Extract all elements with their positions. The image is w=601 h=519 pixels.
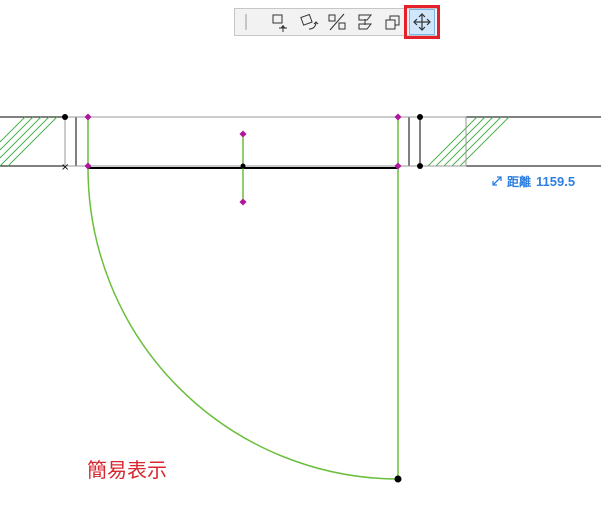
edit-node: [394, 113, 402, 121]
resize-arrow-icon: [492, 176, 502, 186]
hotspot-node: [394, 475, 402, 483]
offset-button[interactable]: [409, 9, 435, 35]
hotspot-node: [417, 163, 423, 169]
drag-icon: [272, 14, 287, 32]
drag-button[interactable]: [269, 9, 293, 35]
cross-marker: ×: [61, 162, 69, 173]
multiply-icon: [385, 15, 400, 30]
door-swing[interactable]: [87, 117, 399, 480]
right-wall-hatch: [427, 116, 510, 167]
readout-value: 1159.5: [536, 173, 576, 189]
elevate-icon: [358, 14, 373, 30]
edit-node: [84, 113, 92, 121]
mirror-icon: [328, 13, 346, 31]
distance-readout: 距離 1159.5: [492, 173, 576, 189]
hotspot-node: [240, 163, 246, 169]
elevate-button[interactable]: [353, 9, 377, 35]
hotspot-node: [417, 114, 423, 120]
pet-palette-toolbar: [234, 8, 440, 36]
rotate-button[interactable]: [297, 9, 321, 35]
edit-node: [239, 198, 247, 206]
move-cross-icon: [413, 13, 431, 31]
edit-node: [239, 130, 247, 138]
multiply-button[interactable]: [381, 9, 405, 35]
mirror-button[interactable]: [325, 9, 349, 35]
hotspot-node: [62, 114, 68, 120]
door-frame: [64, 116, 467, 169]
readout-label: 距離: [507, 174, 532, 189]
separator-icon: [239, 9, 253, 35]
drawing-canvas[interactable]: ×: [0, 0, 601, 519]
caption-text: 簡易表示: [87, 458, 167, 482]
left-wall-hatch: [0, 116, 58, 167]
rotate-icon: [300, 13, 319, 30]
